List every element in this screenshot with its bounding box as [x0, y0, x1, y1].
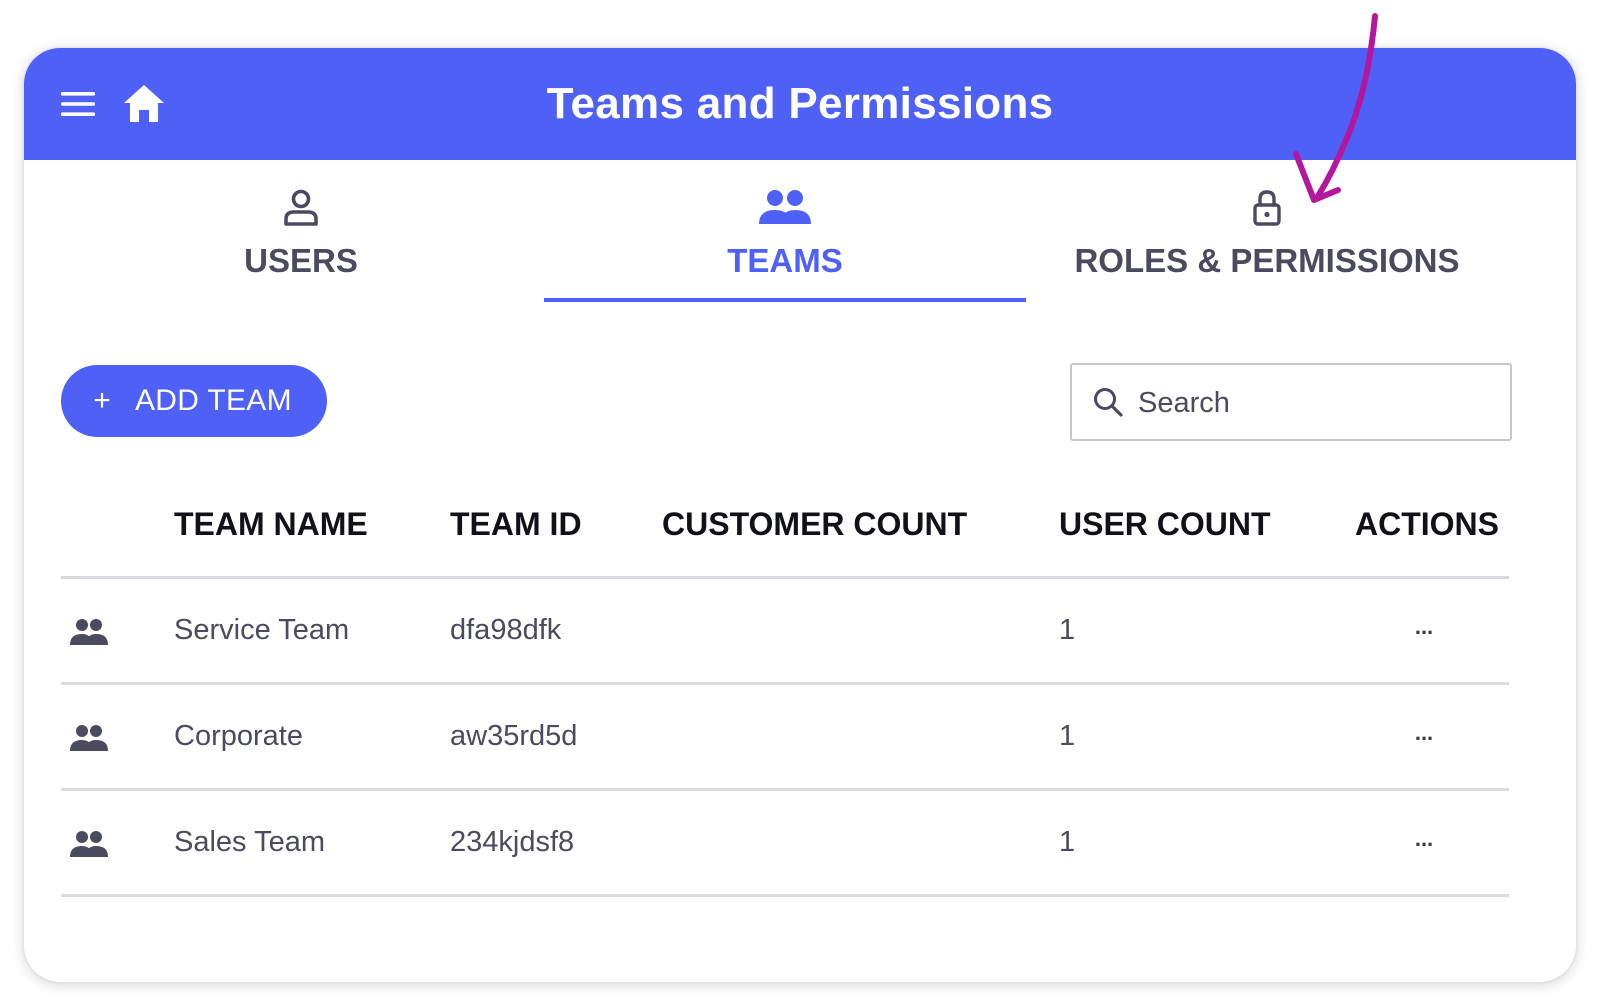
search-box[interactable]	[1070, 363, 1512, 441]
column-header-user-count[interactable]: USER COUNT	[1059, 478, 1271, 576]
table-row[interactable]: Corporate aw35rd5d 1 ...	[61, 685, 1509, 791]
team-icon	[70, 619, 108, 645]
page-title: Teams and Permissions	[546, 79, 1054, 128]
search-icon	[1094, 388, 1123, 417]
user-count-cell: 1	[1059, 826, 1076, 858]
team-id-cell: aw35rd5d	[450, 720, 578, 752]
tab-teams[interactable]: TEAMS	[544, 160, 1026, 310]
table-row[interactable]: Sales Team 234kjdsf8 1 ...	[61, 791, 1509, 897]
team-name-cell: Service Team	[174, 614, 350, 646]
teams-table: TEAM NAME TEAM ID CUSTOMER COUNT USER CO…	[61, 478, 1509, 897]
column-header-actions: ACTIONS	[1355, 506, 1499, 542]
team-icon	[70, 831, 108, 857]
team-name-cell: Corporate	[174, 720, 303, 752]
add-team-label: ADD TEAM	[135, 384, 292, 417]
row-actions-button[interactable]: ...	[1409, 721, 1439, 751]
user-count-cell: 1	[1059, 720, 1076, 752]
column-header-team-id[interactable]: TEAM ID	[450, 478, 582, 576]
team-id-cell: 234kjdsf8	[450, 826, 575, 858]
lock-icon	[1026, 188, 1508, 232]
tab-roles-label: ROLES & PERMISSIONS	[1074, 242, 1460, 279]
user-count-cell: 1	[1059, 614, 1076, 646]
row-actions-button[interactable]: ...	[1409, 827, 1439, 857]
tab-users[interactable]: USERS	[60, 160, 542, 310]
team-id-cell: dfa98dfk	[450, 614, 562, 646]
table-header: TEAM NAME TEAM ID CUSTOMER COUNT USER CO…	[61, 478, 1509, 579]
plus-icon: +	[93, 384, 111, 417]
add-team-button[interactable]: + ADD TEAM	[61, 365, 327, 437]
user-icon	[60, 188, 542, 232]
search-input[interactable]	[1136, 365, 1500, 441]
tab-users-label: USERS	[244, 242, 358, 279]
column-header-team-name[interactable]: TEAM NAME	[174, 478, 368, 576]
tab-roles-permissions[interactable]: ROLES & PERMISSIONS	[1026, 160, 1508, 310]
column-header-customer-count[interactable]: CUSTOMER COUNT	[662, 478, 967, 576]
row-actions-button[interactable]: ...	[1409, 615, 1439, 645]
table-row[interactable]: Service Team dfa98dfk 1 ...	[61, 579, 1509, 685]
users-group-icon	[544, 188, 1026, 232]
app-header: Teams and Permissions	[24, 48, 1576, 160]
team-icon	[70, 725, 108, 751]
tab-teams-label: TEAMS	[727, 242, 843, 279]
active-tab-indicator	[544, 298, 1026, 302]
teams-permissions-card: Teams and Permissions USERS TEAMS ROLES …	[24, 48, 1576, 982]
team-name-cell: Sales Team	[174, 826, 325, 858]
tab-bar: USERS TEAMS ROLES & PERMISSIONS	[24, 160, 1576, 310]
